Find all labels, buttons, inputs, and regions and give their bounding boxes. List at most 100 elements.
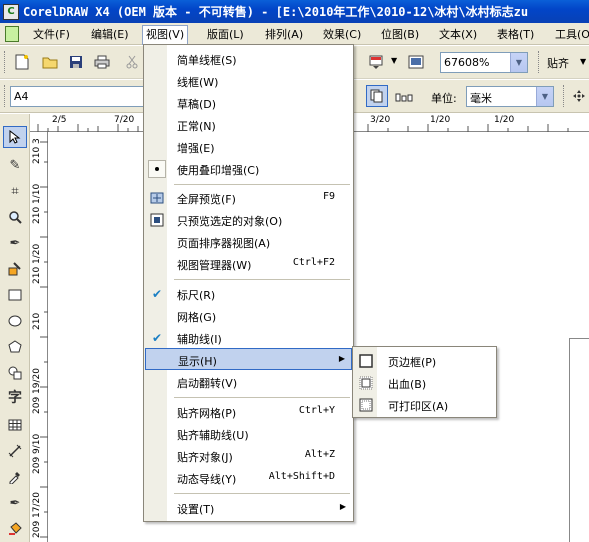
menu-item-preview-selected-only[interactable]: 只预览选定的对象(O) xyxy=(145,209,352,231)
toolbox: ✎ ⌗ ✒ 字 ✒ xyxy=(0,114,30,542)
menu-item-enhanced[interactable]: 增强(E) xyxy=(145,136,352,158)
open-folder-icon[interactable] xyxy=(40,52,60,72)
menu-bar: 文件(F) 编辑(E) 视图(V) 版面(L) 排列(A) 效果(C) 位图(B… xyxy=(0,23,589,45)
menu-item-snap-to-objects[interactable]: 贴齐对象(J) Alt+Z xyxy=(145,445,352,467)
shape-tool-icon[interactable]: ✎ xyxy=(3,154,27,176)
freehand-tool-icon[interactable]: ✒ xyxy=(3,232,27,254)
menu-file[interactable]: 文件(F) xyxy=(30,26,73,43)
menu-item-snap-to-grid[interactable]: 贴齐网格(P) Ctrl+Y xyxy=(145,401,352,423)
save-icon[interactable] xyxy=(66,52,86,72)
chevron-down-icon[interactable]: ▼ xyxy=(580,57,586,66)
menu-separator xyxy=(174,397,350,398)
menu-tools[interactable]: 工具(O) xyxy=(552,26,589,43)
dropdown-arrow-icon[interactable]: ▼ xyxy=(391,56,397,65)
dimension-tool-icon[interactable] xyxy=(3,440,27,462)
nudge-icon[interactable] xyxy=(569,86,589,106)
menu-edit[interactable]: 编辑(E) xyxy=(88,26,132,43)
export-icon[interactable] xyxy=(366,52,386,72)
menu-item-label: 简单线框(S) xyxy=(177,54,237,67)
document-icon[interactable] xyxy=(5,26,19,42)
toolbar-grip[interactable] xyxy=(563,85,566,107)
check-icon: ✔ xyxy=(151,331,163,345)
menu-item-label: 页边框(P) xyxy=(388,356,437,369)
zoom-level-select[interactable]: 67608% ▼ xyxy=(440,52,528,73)
menu-view[interactable]: 视图(V) xyxy=(142,25,189,45)
basic-shapes-tool-icon[interactable] xyxy=(3,362,27,384)
polygon-tool-icon[interactable] xyxy=(3,336,27,358)
ruler-tick-label: 1/20 xyxy=(430,115,451,125)
landscape-orientation-icon[interactable] xyxy=(394,86,414,106)
menu-item-overprint-enhanced[interactable]: 使用叠印增强(C) xyxy=(145,158,352,180)
chevron-down-icon[interactable]: ▼ xyxy=(510,53,527,72)
menu-item-label: 可打印区(A) xyxy=(388,400,449,413)
snap-to-label[interactable]: 贴齐 xyxy=(547,55,569,71)
units-select[interactable]: 毫米 ▼ xyxy=(466,86,554,107)
menu-item-printable-area[interactable]: 可打印区(A) xyxy=(354,394,495,416)
rectangle-tool-icon[interactable] xyxy=(3,284,27,306)
menu-item-normal[interactable]: 正常(N) xyxy=(145,114,352,136)
menu-item-show[interactable]: 显示(H) ▶ xyxy=(145,348,352,370)
units-label: 单位: xyxy=(431,92,457,105)
toolbar-grip[interactable] xyxy=(4,51,7,73)
title-bar: C CorelDRAW X4 (OEM 版本 - 不可转售) - [E:\201… xyxy=(0,0,589,23)
menu-item-full-screen-preview[interactable]: 全屏预览(F) F9 xyxy=(145,187,352,209)
menu-item-dynamic-guides[interactable]: 动态导线(Y) Alt+Shift+D xyxy=(145,467,352,489)
ruler-tick-label: 209 9/10 xyxy=(32,433,42,474)
pick-tool-icon[interactable] xyxy=(3,126,27,148)
ruler-tick-label: 209 17/20 xyxy=(32,492,42,538)
zoom-level-value: 67608% xyxy=(444,56,490,69)
menu-item-setup[interactable]: 设置(T) ▶ xyxy=(145,497,352,519)
ellipse-tool-icon[interactable] xyxy=(3,310,27,332)
bleed-icon xyxy=(358,375,374,391)
menu-separator xyxy=(174,493,350,494)
outline-pen-tool-icon[interactable]: ✒ xyxy=(3,492,27,514)
chevron-down-icon[interactable]: ▼ xyxy=(536,87,553,106)
menu-item-snap-to-guidelines[interactable]: 贴齐辅助线(U) xyxy=(145,423,352,445)
crop-tool-icon[interactable]: ⌗ xyxy=(3,180,27,202)
smart-fill-tool-icon[interactable] xyxy=(3,258,27,280)
menu-effects[interactable]: 效果(C) xyxy=(320,26,364,43)
menu-item-view-manager[interactable]: 视图管理器(W) Ctrl+F2 xyxy=(145,253,352,275)
menu-item-label: 页面排序器视图(A) xyxy=(177,237,271,250)
menu-item-enable-rollover[interactable]: 启动翻转(V) xyxy=(145,371,352,393)
menu-item-rulers[interactable]: ✔ 标尺(R) xyxy=(145,283,352,305)
menu-item-page-border[interactable]: 页边框(P) xyxy=(354,350,495,372)
menu-item-simple-wireframe[interactable]: 简单线框(S) xyxy=(145,48,352,70)
page-size-select[interactable]: A4 xyxy=(10,86,144,107)
ruler-tick-label: 210 1/10 xyxy=(32,183,42,224)
application-launcher-icon[interactable] xyxy=(406,52,426,72)
menu-item-bleed[interactable]: 出血(B) xyxy=(354,372,495,394)
eyedropper-tool-icon[interactable] xyxy=(3,466,27,488)
vertical-ruler[interactable]: 210 3 210 1/10 210 1/20 210 209 19/20 20… xyxy=(30,132,48,542)
menu-layout[interactable]: 版面(L) xyxy=(204,26,247,43)
zoom-tool-icon[interactable] xyxy=(3,206,27,228)
menu-item-grid[interactable]: 网格(G) xyxy=(145,305,352,327)
cut-icon[interactable] xyxy=(122,52,142,72)
menu-text[interactable]: 文本(X) xyxy=(436,26,480,43)
portrait-orientation-icon[interactable] xyxy=(366,85,388,107)
toolbar-grip[interactable] xyxy=(4,85,7,107)
page-size-value: A4 xyxy=(14,90,29,103)
toolbar-grip[interactable] xyxy=(538,51,541,73)
menu-item-shortcut: F9 xyxy=(322,191,335,202)
new-document-icon[interactable] xyxy=(12,52,32,72)
menu-bitmaps[interactable]: 位图(B) xyxy=(378,26,422,43)
menu-table[interactable]: 表格(T) xyxy=(494,26,537,43)
menu-item-label: 出血(B) xyxy=(388,378,427,391)
menu-separator xyxy=(174,279,350,280)
menu-item-page-sorter-view[interactable]: 页面排序器视图(A) xyxy=(145,231,352,253)
print-icon[interactable] xyxy=(92,52,112,72)
menu-item-label: 辅助线(I) xyxy=(177,333,222,346)
menu-item-label: 动态导线(Y) xyxy=(177,473,237,486)
menu-item-guidelines[interactable]: ✔ 辅助线(I) xyxy=(145,327,352,349)
menu-item-wireframe[interactable]: 线框(W) xyxy=(145,70,352,92)
menu-item-draft[interactable]: 草稿(D) xyxy=(145,92,352,114)
window-title: CorelDRAW X4 (OEM 版本 - 不可转售) - [E:\2010年… xyxy=(23,5,529,19)
table-tool-icon[interactable] xyxy=(3,414,27,436)
text-tool-icon[interactable]: 字 xyxy=(3,386,27,408)
menu-item-label: 全屏预览(F) xyxy=(177,193,236,206)
menu-item-label: 使用叠印增强(C) xyxy=(177,164,260,177)
menu-arrange[interactable]: 排列(A) xyxy=(262,26,306,43)
menu-item-label: 启动翻转(V) xyxy=(177,377,238,390)
fill-tool-icon[interactable] xyxy=(3,518,27,540)
